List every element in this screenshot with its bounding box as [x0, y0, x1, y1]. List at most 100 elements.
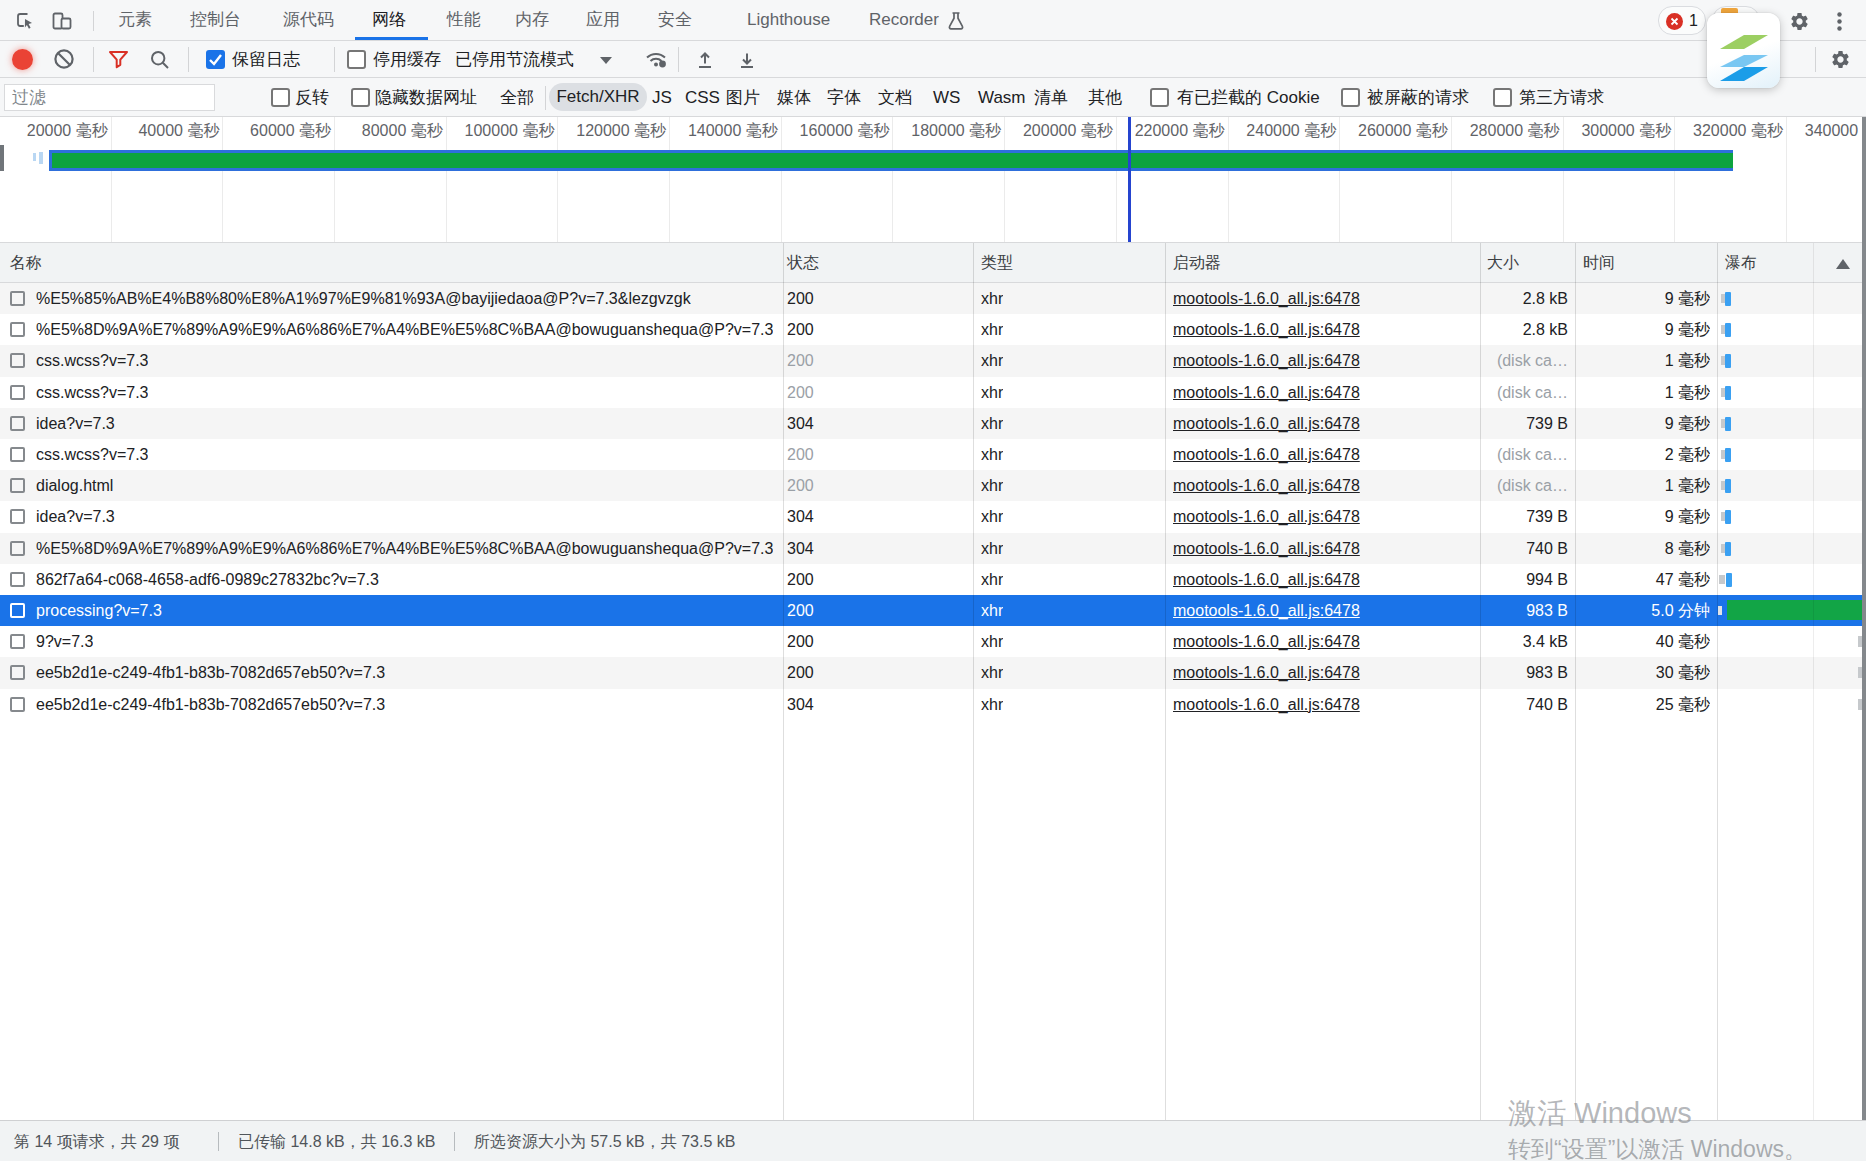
row-checkbox[interactable] — [10, 291, 25, 306]
request-row[interactable]: ee5b2d1e-c249-4fb1-b83b-7082d657eb50?v=7… — [0, 689, 1862, 720]
filter-funnel-icon[interactable] — [108, 50, 129, 69]
request-row[interactable]: %E5%8D%9A%E7%89%A9%E9%A6%86%E7%A4%BE%E5%… — [0, 533, 1862, 564]
tab-5[interactable]: 性能 — [447, 0, 481, 40]
hide-data-urls-label[interactable]: 隐藏数据网址 — [375, 78, 477, 117]
blocked-cookies-label[interactable]: 有已拦截的 Cookie — [1177, 78, 1320, 117]
row-checkbox[interactable] — [10, 478, 25, 493]
request-row[interactable]: idea?v=7.3304xhrmootools-1.6.0_all.js:64… — [0, 408, 1862, 439]
request-initiator-link[interactable]: mootools-1.6.0_all.js:6478 — [1173, 470, 1360, 501]
blocked-requests-label[interactable]: 被屏蔽的请求 — [1367, 78, 1469, 117]
invert-label[interactable]: 反转 — [295, 78, 329, 117]
request-initiator-link[interactable]: mootools-1.6.0_all.js:6478 — [1173, 439, 1360, 470]
tab-6[interactable]: 内存 — [515, 0, 549, 40]
request-row[interactable]: css.wcss?v=7.3200xhrmootools-1.6.0_all.j… — [0, 439, 1862, 470]
search-icon[interactable] — [150, 50, 170, 70]
row-checkbox[interactable] — [10, 447, 25, 462]
third-party-checkbox[interactable] — [1493, 88, 1512, 107]
import-har-icon[interactable] — [695, 49, 715, 70]
request-row[interactable]: %E5%85%AB%E4%B8%80%E8%A1%97%E9%81%93A@ba… — [0, 283, 1862, 314]
clear-network-log-icon[interactable] — [53, 48, 75, 70]
request-row[interactable]: idea?v=7.3304xhrmootools-1.6.0_all.js:64… — [0, 501, 1862, 532]
filter-type-8[interactable]: 文档 — [878, 78, 912, 117]
request-initiator-link[interactable]: mootools-1.6.0_all.js:6478 — [1173, 564, 1360, 595]
column-header-2[interactable]: 状态 — [787, 243, 819, 283]
settings-gear-icon[interactable] — [1789, 11, 1810, 32]
export-har-icon[interactable] — [737, 49, 757, 70]
tab-2[interactable]: 控制台 — [190, 0, 241, 40]
column-separator[interactable] — [783, 243, 784, 1120]
filter-type-7[interactable]: 字体 — [827, 78, 861, 117]
row-checkbox[interactable] — [10, 665, 25, 680]
column-header-1[interactable]: 名称 — [10, 243, 42, 283]
blocked-cookies-checkbox[interactable] — [1150, 88, 1169, 107]
column-separator[interactable] — [1717, 243, 1718, 1120]
request-initiator-link[interactable]: mootools-1.6.0_all.js:6478 — [1173, 595, 1360, 626]
overview-left-handle[interactable] — [0, 145, 4, 171]
request-row[interactable]: 9?v=7.3200xhrmootools-1.6.0_all.js:64783… — [0, 626, 1862, 657]
row-checkbox[interactable] — [10, 322, 25, 337]
column-header-3[interactable]: 类型 — [981, 243, 1013, 283]
filter-type-12[interactable]: 其他 — [1088, 78, 1122, 117]
request-initiator-link[interactable]: mootools-1.6.0_all.js:6478 — [1173, 345, 1360, 376]
column-separator[interactable] — [1165, 243, 1166, 1120]
column-separator[interactable] — [1575, 243, 1576, 1120]
throttling-dropdown[interactable]: 已停用节流模式 — [455, 41, 574, 78]
tab-7[interactable]: 应用 — [586, 0, 620, 40]
request-initiator-link[interactable]: mootools-1.6.0_all.js:6478 — [1173, 377, 1360, 408]
request-row[interactable]: css.wcss?v=7.3200xhrmootools-1.6.0_all.j… — [0, 345, 1862, 376]
request-initiator-link[interactable]: mootools-1.6.0_all.js:6478 — [1173, 533, 1360, 564]
request-row[interactable]: 862f7a64-c068-4658-adf6-0989c27832bc?v=7… — [0, 564, 1862, 595]
row-checkbox[interactable] — [10, 603, 25, 618]
throttling-caret-icon[interactable] — [600, 57, 612, 64]
row-checkbox[interactable] — [10, 697, 25, 712]
blocked-requests-checkbox[interactable] — [1341, 88, 1360, 107]
request-initiator-link[interactable]: mootools-1.6.0_all.js:6478 — [1173, 283, 1360, 314]
filter-type-6[interactable]: 媒体 — [777, 78, 811, 117]
request-row[interactable]: %E5%8D%9A%E7%89%A9%E9%A6%86%E7%A4%BE%E5%… — [0, 314, 1862, 345]
filter-type-3[interactable]: JS — [652, 78, 672, 117]
request-initiator-link[interactable]: mootools-1.6.0_all.js:6478 — [1173, 626, 1360, 657]
request-row[interactable]: dialog.html200xhrmootools-1.6.0_all.js:6… — [0, 470, 1862, 501]
third-party-label[interactable]: 第三方请求 — [1519, 78, 1604, 117]
request-row[interactable]: processing?v=7.3200xhrmootools-1.6.0_all… — [0, 595, 1862, 626]
record-network-log-icon[interactable] — [12, 49, 33, 70]
column-header-5[interactable]: 大小 — [1487, 243, 1519, 283]
filter-type-11[interactable]: 清单 — [1034, 78, 1068, 117]
request-initiator-link[interactable]: mootools-1.6.0_all.js:6478 — [1173, 408, 1360, 439]
column-header-4[interactable]: 启动器 — [1173, 243, 1221, 283]
tab-8[interactable]: 安全 — [658, 0, 692, 40]
request-initiator-link[interactable]: mootools-1.6.0_all.js:6478 — [1173, 689, 1360, 720]
request-initiator-link[interactable]: mootools-1.6.0_all.js:6478 — [1173, 314, 1360, 345]
request-row[interactable]: ee5b2d1e-c249-4fb1-b83b-7082d657eb50?v=7… — [0, 657, 1862, 688]
more-options-icon[interactable] — [1837, 12, 1842, 31]
network-conditions-icon[interactable] — [644, 49, 668, 69]
tab-10[interactable]: Recorder — [869, 0, 939, 40]
row-checkbox[interactable] — [10, 509, 25, 524]
sort-ascending-icon[interactable] — [1836, 259, 1850, 269]
row-checkbox[interactable] — [10, 353, 25, 368]
filter-type-10[interactable]: Wasm — [978, 78, 1026, 117]
row-checkbox[interactable] — [10, 385, 25, 400]
device-toolbar-icon[interactable] — [51, 11, 73, 32]
row-checkbox[interactable] — [10, 416, 25, 431]
filter-type-1[interactable]: 全部 — [500, 78, 534, 117]
filter-type-9[interactable]: WS — [933, 78, 960, 117]
row-checkbox[interactable] — [10, 634, 25, 649]
preserve-log-checkbox[interactable] — [206, 50, 225, 69]
tab-3[interactable]: 源代码 — [283, 0, 334, 40]
tab-9[interactable]: Lighthouse — [747, 0, 830, 40]
column-header-7[interactable]: 瀑布 — [1725, 243, 1757, 283]
row-checkbox[interactable] — [10, 572, 25, 587]
request-row[interactable]: css.wcss?v=7.3200xhrmootools-1.6.0_all.j… — [0, 377, 1862, 408]
request-initiator-link[interactable]: mootools-1.6.0_all.js:6478 — [1173, 657, 1360, 688]
disable-cache-checkbox[interactable] — [347, 50, 366, 69]
column-header-6[interactable]: 时间 — [1583, 243, 1615, 283]
column-separator[interactable] — [973, 243, 974, 1120]
invert-checkbox[interactable] — [271, 88, 290, 107]
request-initiator-link[interactable]: mootools-1.6.0_all.js:6478 — [1173, 501, 1360, 532]
row-checkbox[interactable] — [10, 541, 25, 556]
filter-input[interactable]: 过滤 — [4, 84, 215, 111]
disable-cache-label[interactable]: 停用缓存 — [373, 41, 441, 78]
hide-data-urls-checkbox[interactable] — [351, 88, 370, 107]
tab-4[interactable]: 网络 — [372, 0, 406, 40]
